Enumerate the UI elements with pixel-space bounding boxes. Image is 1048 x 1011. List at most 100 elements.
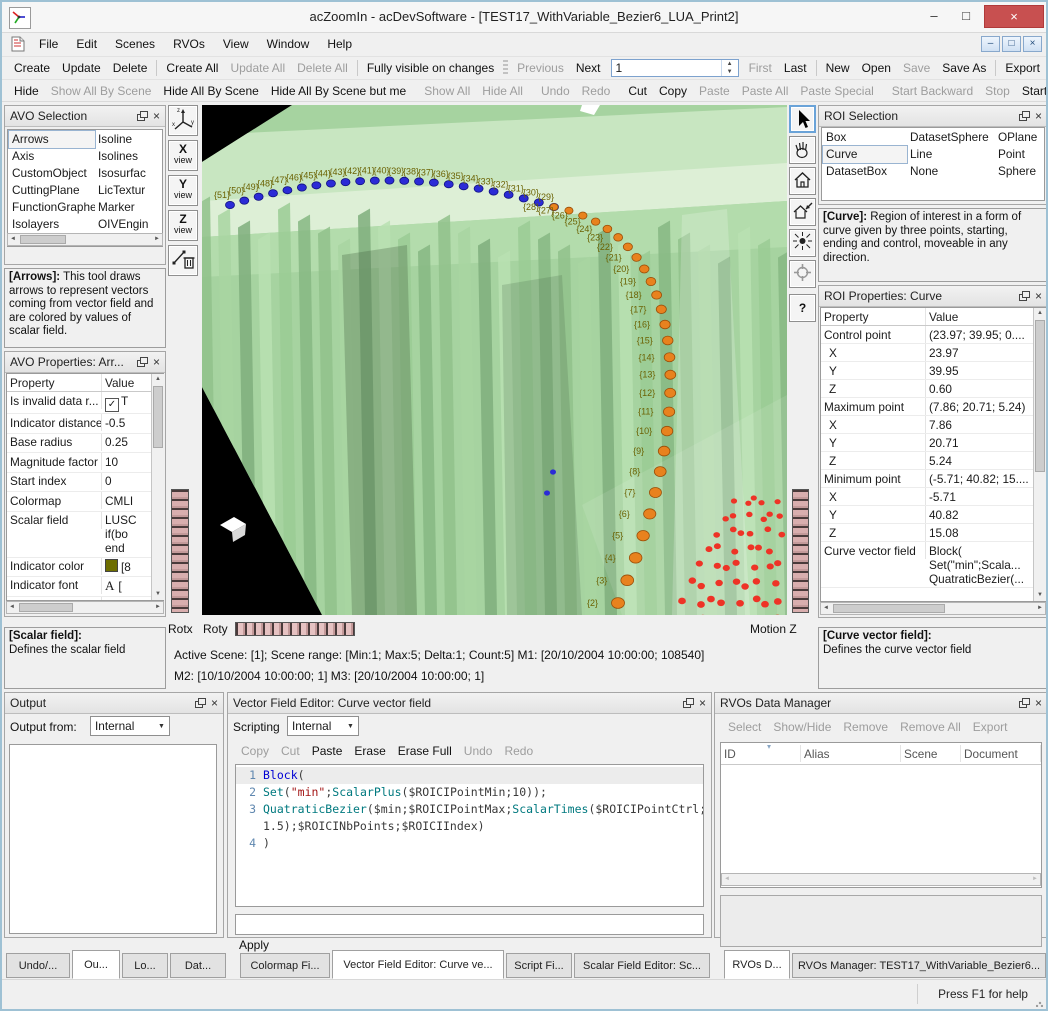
table-row-x[interactable]: X23.97: [821, 344, 1045, 362]
code-line[interactable]: 2Set("min";ScalarPlus($ROICIPointMin;10)…: [236, 784, 703, 801]
list-item-none[interactable]: None: [907, 163, 995, 180]
tab-lo[interactable]: Lo...: [122, 953, 168, 978]
set-home-button[interactable]: [789, 198, 816, 226]
close-button[interactable]: ×: [984, 5, 1044, 28]
minimize-button[interactable]: –: [920, 5, 948, 28]
pan-hand-button[interactable]: [789, 136, 816, 164]
rvos-button-select[interactable]: Select: [722, 718, 767, 736]
toolbar-button-copy[interactable]: Copy: [653, 82, 693, 100]
scene-number-spinner[interactable]: 1▲▼: [611, 59, 739, 77]
close-panel-icon[interactable]: ×: [1035, 111, 1042, 122]
list-item-isolayers[interactable]: Isolayers: [9, 216, 95, 233]
property-value[interactable]: 39.95: [926, 362, 1045, 379]
output-textarea[interactable]: [9, 744, 217, 934]
rvos-column-alias[interactable]: Alias: [801, 745, 901, 762]
menu-edit[interactable]: Edit: [67, 34, 106, 54]
table-row-curve-vector-field[interactable]: Curve vector fieldBlock(Set("min";Scala.…: [821, 542, 1045, 588]
menu-file[interactable]: File: [30, 34, 67, 54]
list-item-isoline[interactable]: Isoline: [95, 131, 163, 148]
seek-button[interactable]: [789, 260, 816, 288]
table-row-start-index[interactable]: Start index0: [7, 473, 163, 493]
tab-colormap-fi[interactable]: Colormap Fi...: [240, 953, 330, 978]
table-row-minimum-point[interactable]: Minimum point(-5.71; 40.82; 15....: [821, 470, 1045, 488]
vfe-button-erase[interactable]: Erase: [348, 742, 391, 760]
x-view-button[interactable]: Xview: [168, 140, 198, 171]
output-source-combo[interactable]: Internal ▼: [90, 716, 170, 736]
rvos-button-show-hide[interactable]: Show/Hide: [767, 718, 837, 736]
viewport-3d[interactable]: {51}{50}{49}{48}{47}{46}{45}{44}{43}{42}…: [202, 105, 787, 615]
tab-scalar-field-editor-sc[interactable]: Scalar Field Editor: Sc...: [574, 953, 710, 978]
code-line[interactable]: 4): [236, 835, 703, 852]
close-panel-icon[interactable]: ×: [1035, 698, 1042, 709]
menu-rvos[interactable]: RVOs: [164, 34, 214, 54]
property-value[interactable]: 0.60: [926, 380, 1045, 397]
toolbar-button-hide-all[interactable]: Hide All: [476, 82, 529, 100]
color-swatch[interactable]: [105, 559, 118, 572]
rvos-header[interactable]: RVOs Data Manager ×: [715, 693, 1047, 714]
float-panel-icon[interactable]: [1019, 111, 1031, 122]
list-item-functiongrapher[interactable]: FunctionGrapher: [9, 199, 95, 216]
float-panel-icon[interactable]: [137, 357, 149, 368]
tab-rvos-manager-test17-withvariable-bezier6[interactable]: RVOs Manager: TEST17_WithVariable_Bezier…: [792, 953, 1046, 978]
roi-properties-table[interactable]: PropertyValueControl point(23.97; 39.95;…: [820, 307, 1046, 602]
vfe-button-undo[interactable]: Undo: [458, 742, 499, 760]
table-row-scalar-field[interactable]: Scalar fieldLUSCif(boend: [7, 512, 163, 558]
maximize-button[interactable]: □: [952, 5, 980, 28]
list-item-customobject[interactable]: CustomObject: [9, 165, 95, 182]
avo-properties-vscrollbar[interactable]: ▲▼: [151, 374, 164, 600]
list-item-sphere[interactable]: Sphere: [995, 163, 1045, 180]
mdi-restore-button[interactable]: □: [1002, 36, 1021, 52]
axis-triad-button[interactable]: z x y: [168, 105, 198, 136]
toolbar-button-hide[interactable]: Hide: [8, 82, 45, 100]
view-all-button[interactable]: [789, 229, 816, 257]
property-value[interactable]: 20.71: [926, 434, 1045, 451]
z-view-button[interactable]: Zview: [168, 210, 198, 241]
list-item-curve[interactable]: Curve: [823, 146, 907, 163]
float-panel-icon[interactable]: [137, 111, 149, 122]
toolbar-button-hide-all-by-scene[interactable]: Hide All By Scene: [157, 82, 264, 100]
toolbar-button-paste[interactable]: Paste: [693, 82, 736, 100]
list-item-isolines[interactable]: Isolines: [95, 148, 163, 165]
spinner-arrows-icon[interactable]: ▲▼: [721, 60, 738, 76]
menu-scenes[interactable]: Scenes: [106, 34, 164, 54]
property-value[interactable]: 23.97: [926, 344, 1045, 361]
table-row-is-invalid-data-r[interactable]: Is invalid data r...✓T: [7, 392, 163, 414]
list-item-isosurfac[interactable]: Isosurfac: [95, 165, 163, 182]
table-row-indicator-distance[interactable]: Indicator distance-0.5: [7, 414, 163, 434]
table-row-z[interactable]: Z5.24: [821, 452, 1045, 470]
column-header-property[interactable]: Property: [821, 308, 926, 325]
toolbar-button-fully-visible-on-changes[interactable]: Fully visible on changes: [361, 59, 500, 77]
property-value[interactable]: 7.86: [926, 416, 1045, 433]
toolbar-button-undo[interactable]: Undo: [535, 82, 576, 100]
table-row-control-point[interactable]: Control point(23.97; 39.95; 0....: [821, 326, 1045, 344]
tab-script-fi[interactable]: Script Fi...: [506, 953, 572, 978]
toolbar-button-hide-all-by-scene-but-me[interactable]: Hide All By Scene but me: [265, 82, 412, 100]
toolbar-button-last[interactable]: Last: [778, 59, 813, 77]
toolbar-button-save[interactable]: Save: [897, 59, 936, 77]
property-value[interactable]: 40.82: [926, 506, 1045, 523]
rotx-colorbar-slider[interactable]: [171, 489, 189, 613]
toolbar-button-new[interactable]: New: [820, 59, 856, 77]
toolbar-button-next[interactable]: Next: [570, 59, 607, 77]
toolbar-button-open[interactable]: Open: [856, 59, 897, 77]
menu-view[interactable]: View: [214, 34, 258, 54]
table-row-y[interactable]: Y20.71: [821, 434, 1045, 452]
code-line[interactable]: 1Block(: [236, 767, 703, 784]
menu-window[interactable]: Window: [258, 34, 319, 54]
list-item-lictextur[interactable]: LicTextur: [95, 182, 163, 199]
title-bar[interactable]: acZoomIn - acDevSoftware - [TEST17_WithV…: [2, 2, 1046, 33]
property-value[interactable]: 15.08: [926, 524, 1045, 541]
table-row-colormap[interactable]: ColormapCMLI: [7, 492, 163, 512]
column-header-value[interactable]: Value: [926, 308, 1045, 325]
list-item-datasetbox[interactable]: DatasetBox: [823, 163, 907, 180]
rvos-table[interactable]: ID▾AliasSceneDocument: [720, 742, 1042, 888]
roi-selection-header[interactable]: ROI Selection ×: [819, 106, 1047, 127]
tab-vector-field-editor-curve-ve[interactable]: Vector Field Editor: Curve ve...: [332, 950, 504, 979]
avo-properties-header[interactable]: AVO Properties: Arr... ×: [5, 352, 165, 373]
property-value[interactable]: (23.97; 39.95; 0....: [926, 326, 1045, 343]
avo-properties-table[interactable]: PropertyValueIs invalid data r...✓TIndic…: [6, 373, 164, 601]
float-panel-icon[interactable]: [1019, 291, 1031, 302]
table-row-x[interactable]: X-5.71: [821, 488, 1045, 506]
toolbar-button-delete-all[interactable]: Delete All: [291, 59, 354, 77]
code-line[interactable]: 1.5);$ROICINbPoints;$ROICIIndex): [236, 818, 703, 835]
